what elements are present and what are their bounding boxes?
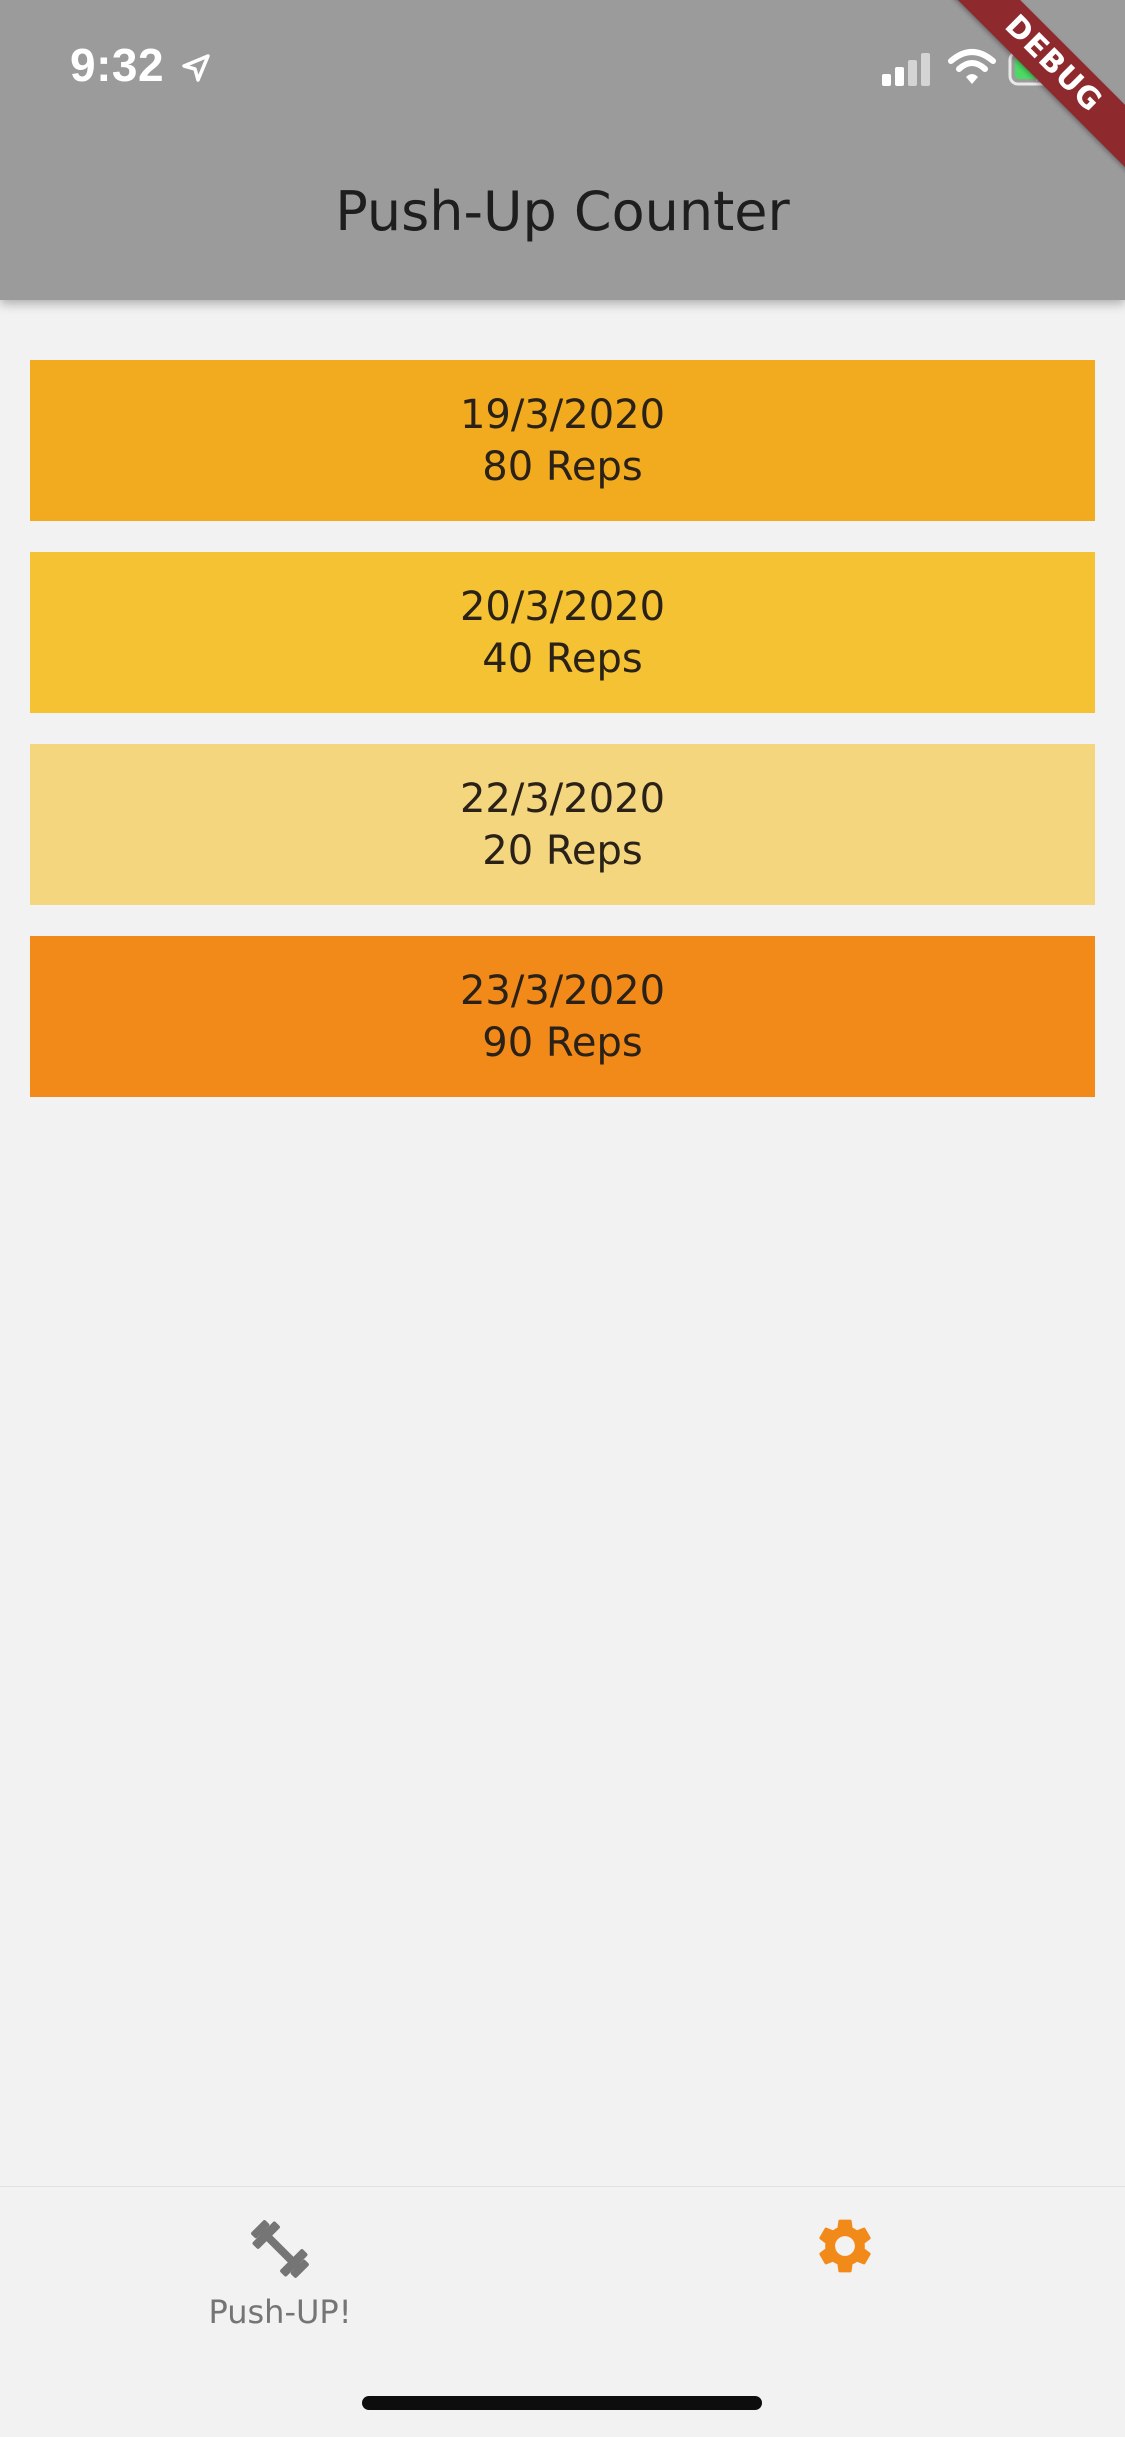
entry-reps: 80 Reps (482, 443, 643, 490)
workout-entry[interactable]: 19/3/2020 80 Reps (30, 360, 1095, 521)
entry-reps: 40 Reps (482, 635, 643, 682)
gear-icon (819, 2219, 871, 2273)
app-bar: 9:32 DEBUG Push-Up Counter (0, 0, 1125, 300)
dumbbell-icon (251, 2220, 309, 2278)
workout-entry[interactable]: 22/3/2020 20 Reps (30, 744, 1095, 905)
entry-reps: 90 Reps (482, 1019, 643, 1066)
cellular-signal-icon (882, 53, 930, 86)
nav-item-push-up[interactable]: Push-UP! (150, 2209, 410, 2339)
workout-history-list: 19/3/2020 80 Reps 20/3/2020 40 Reps 22/3… (30, 360, 1095, 1128)
home-indicator (362, 2396, 762, 2410)
entry-date: 20/3/2020 (459, 583, 666, 630)
wifi-icon (948, 49, 996, 84)
workout-entry[interactable]: 23/3/2020 90 Reps (30, 936, 1095, 1097)
entry-date: 19/3/2020 (459, 391, 666, 438)
workout-entry[interactable]: 20/3/2020 40 Reps (30, 552, 1095, 713)
entry-reps: 20 Reps (482, 827, 643, 874)
page-title: Push-Up Counter (335, 180, 790, 243)
status-time: 9:32 (70, 39, 165, 91)
nav-label-push-up: Push-UP! (208, 2293, 352, 2331)
location-arrow-icon (182, 54, 210, 82)
nav-item-settings[interactable] (800, 2209, 890, 2299)
entry-date: 23/3/2020 (459, 967, 666, 1014)
debug-banner: DEBUG (931, 0, 1125, 186)
entry-date: 22/3/2020 (459, 775, 666, 822)
